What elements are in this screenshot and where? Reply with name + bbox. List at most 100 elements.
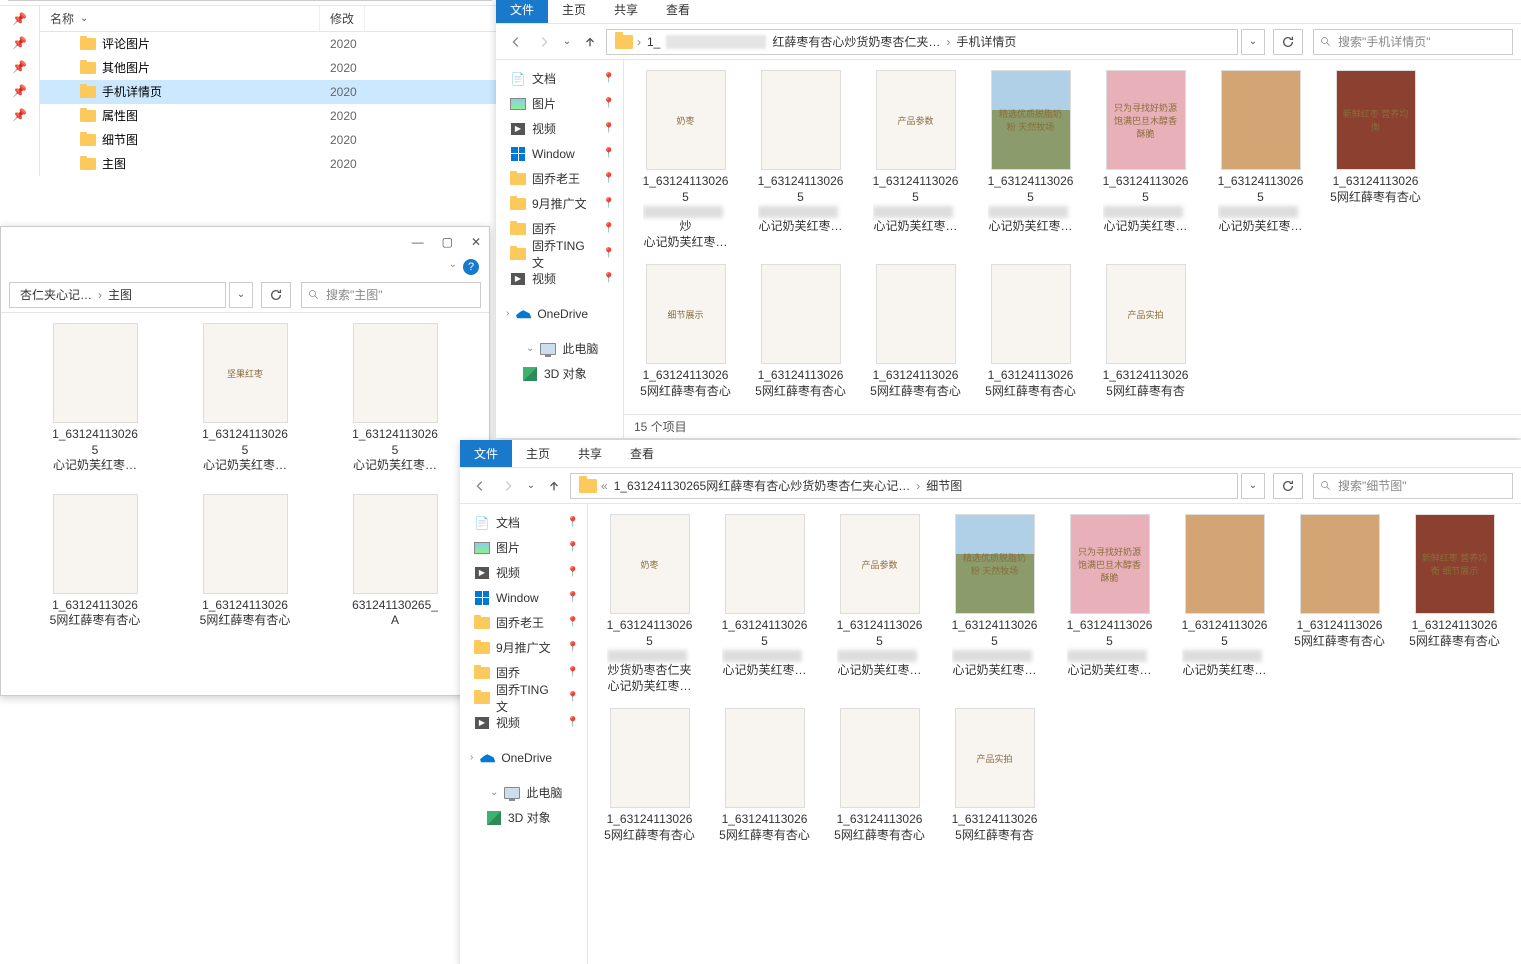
thumbnail-item[interactable]: 1_63124113026 5 心记奶芙红枣… (753, 70, 848, 250)
search-input[interactable]: 搜索"主图" (301, 282, 481, 308)
thumbnail-item[interactable]: 1_63124113026 5网红薛枣有杏心 (717, 708, 812, 843)
tab-view[interactable]: 查看 (616, 440, 668, 467)
nav-item[interactable]: 📄文档📍 (460, 510, 587, 535)
forward-button[interactable] (532, 30, 556, 54)
breadcrumb[interactable]: 浏览器下载› 电商图片› 2020 (8, 0, 492, 1)
thumbnail-item[interactable]: 精选优质脱脂奶粉 天然牧场 1_63124113026 5 心记奶芙红枣… (983, 70, 1078, 250)
history-dropdown[interactable]: ⌄ (524, 474, 538, 498)
nav-item[interactable]: 3D 对象 (496, 361, 623, 386)
folder-row[interactable]: 手机详情页2020 (40, 80, 500, 104)
tab-share[interactable]: 共享 (564, 440, 616, 467)
thumbnail-item[interactable]: 1_63124113026 5 心记奶芙红枣… (1177, 514, 1272, 694)
tab-share[interactable]: 共享 (600, 0, 652, 23)
thumbnail-item[interactable]: 1_63124113026 5网红薛枣有杏心 (185, 494, 305, 629)
thumbnail-item[interactable]: 1_63124113026 5网红薛枣有杏心 (1292, 514, 1387, 694)
thumbnail-item[interactable]: 1_63124113026 5网红薛枣有杏心 (602, 708, 697, 843)
refresh-button[interactable] (261, 282, 291, 308)
tab-file[interactable]: 文件 (460, 440, 512, 467)
nav-item[interactable]: 图片📍 (496, 91, 623, 116)
thumbnail-item[interactable]: 只为寻找好奶源 饱满巴旦木醇香酥脆 1_63124113026 5 心记奶芙红枣… (1098, 70, 1193, 250)
nav-item[interactable]: 图片📍 (460, 535, 587, 560)
thumbnail-item[interactable]: 产品参数 1_63124113026 5 心记奶芙红枣… (868, 70, 963, 250)
help-icon[interactable]: ? (463, 259, 479, 275)
tab-home[interactable]: 主页 (548, 0, 600, 23)
thumbnail-item[interactable]: 1_63124113026 5 心记奶芙红枣… (335, 323, 455, 474)
thumbnail-item[interactable]: 产品实拍 1_63124113026 5网红薛枣有杏 (1098, 264, 1193, 399)
nav-item[interactable]: ›OneDrive (460, 745, 587, 770)
nav-item[interactable]: 9月推广文📍 (496, 191, 623, 216)
folder-row[interactable]: 属性图2020 (40, 104, 500, 128)
up-button[interactable] (578, 30, 602, 54)
expand-icon[interactable]: › (502, 308, 509, 319)
search-input[interactable]: 搜索"手机详情页" (1313, 29, 1513, 55)
thumbnail-item[interactable]: 1_63124113026 5网红薛枣有杏心 (983, 264, 1078, 399)
thumbnail-item[interactable]: 细节展示 1_63124113026 5网红薛枣有杏心 (638, 264, 733, 399)
thumbnail-item[interactable]: 1_63124113026 5网红薛枣有杏心 (868, 264, 963, 399)
back-button[interactable] (468, 474, 492, 498)
thumbnail-item[interactable]: 631241130265_ A (335, 494, 455, 629)
nav-item[interactable]: Window📍 (460, 585, 587, 610)
search-input[interactable]: 搜索"细节图" (1313, 473, 1513, 499)
column-modified[interactable]: 修改 (320, 6, 365, 31)
breadcrumb-seg[interactable]: 杏仁夹心记… (14, 286, 98, 303)
breadcrumb-dropdown[interactable]: ⌄ (1241, 473, 1265, 499)
folder-row[interactable]: 细节图2020 (40, 128, 500, 152)
breadcrumb[interactable]: 杏仁夹心记…› 主图 (9, 282, 226, 308)
tab-file[interactable]: 文件 (496, 0, 548, 23)
expand-icon[interactable]: › (466, 752, 473, 763)
folder-row[interactable]: 评论图片2020 (40, 32, 500, 56)
close-icon[interactable]: ✕ (471, 235, 481, 249)
breadcrumb-seg[interactable]: 手机详情页 (950, 33, 1022, 50)
thumbnail-item[interactable]: 1_63124113026 5网红薛枣有杏心 (753, 264, 848, 399)
nav-item[interactable]: 固乔TING文📍 (496, 241, 623, 266)
forward-button[interactable] (496, 474, 520, 498)
nav-item[interactable]: ⌄此电脑 (460, 780, 587, 805)
back-button[interactable] (504, 30, 528, 54)
refresh-button[interactable] (1273, 473, 1303, 499)
breadcrumb[interactable]: › 1_ 红薛枣有杏心炒货奶枣杏仁夹… › 手机详情页 (606, 29, 1238, 55)
breadcrumb-seg[interactable]: 1_631241130265网红薛枣有杏心炒货奶枣杏仁夹心记… (608, 477, 917, 494)
nav-item[interactable]: ▶视频📍 (460, 560, 587, 585)
folder-row[interactable]: 主图2020 (40, 152, 500, 176)
nav-item[interactable]: 📄文档📍 (496, 66, 623, 91)
breadcrumb-seg[interactable]: 细节图 (920, 477, 968, 494)
tab-view[interactable]: 查看 (652, 0, 704, 23)
thumbnail-item[interactable]: 产品参数 1_63124113026 5 心记奶芙红枣… (832, 514, 927, 694)
breadcrumb-seg[interactable]: 1_ (641, 35, 666, 49)
nav-item[interactable]: ▶视频📍 (496, 116, 623, 141)
nav-item[interactable]: 3D 对象 (460, 805, 587, 830)
thumbnail-item[interactable]: 1_63124113026 5网红薛枣有杏心 (35, 494, 155, 629)
thumbnail-item[interactable]: 只为寻找好奶源 饱满巴旦木醇香酥脆 1_63124113026 5 心记奶芙红枣… (1062, 514, 1157, 694)
tab-home[interactable]: 主页 (512, 440, 564, 467)
thumbnail-item[interactable]: 坚果红枣 1_63124113026 5 心记奶芙红枣… (185, 323, 305, 474)
thumbnail-item[interactable]: 奶枣 1_63124113026 5 炒货奶枣杏仁夹 心记奶芙红枣… (602, 514, 697, 694)
column-name[interactable]: 名称⌄ (40, 6, 320, 31)
breadcrumb-dropdown[interactable]: ⌄ (1241, 29, 1265, 55)
nav-item[interactable]: 固乔老王📍 (496, 166, 623, 191)
nav-item[interactable]: 固乔老王📍 (460, 610, 587, 635)
history-dropdown[interactable]: ⌄ (560, 30, 574, 54)
nav-item[interactable]: ⌄此电脑 (496, 336, 623, 361)
nav-item[interactable]: 固乔TING文📍 (460, 685, 587, 710)
thumbnail-item[interactable]: 1_63124113026 5网红薛枣有杏心 (832, 708, 927, 843)
nav-item[interactable]: ›OneDrive (496, 301, 623, 326)
thumbnail-item[interactable]: 1_63124113026 5 心记奶芙红枣… (717, 514, 812, 694)
up-button[interactable] (542, 474, 566, 498)
expand-icon[interactable]: ⌄ (522, 343, 534, 354)
thumbnail-item[interactable]: 奶枣 1_63124113026 5 炒 心记奶芙红枣… (638, 70, 733, 250)
refresh-button[interactable] (1273, 29, 1303, 55)
thumbnail-item[interactable]: 新鲜红枣 营养均衡 细节展示 1_63124113026 5网红薛枣有杏心 (1407, 514, 1502, 694)
thumbnail-item[interactable]: 1_63124113026 5 心记奶芙红枣… (35, 323, 155, 474)
chevron-down-icon[interactable]: ⌄ (445, 259, 457, 275)
minimize-icon[interactable]: — (412, 235, 424, 249)
nav-item[interactable]: Window📍 (496, 141, 623, 166)
thumbnail-item[interactable]: 新鲜红枣 营养均衡 1_63124113026 5网红薛枣有杏心 (1328, 70, 1423, 250)
thumbnail-item[interactable]: 产品实拍 1_63124113026 5网红薛枣有杏 (947, 708, 1042, 843)
breadcrumb-seg[interactable]: 主图 (102, 286, 138, 303)
maximize-icon[interactable]: ▢ (442, 235, 453, 249)
nav-item[interactable]: 9月推广文📍 (460, 635, 587, 660)
expand-icon[interactable]: ⌄ (486, 787, 498, 798)
breadcrumb-dropdown[interactable]: ⌄ (229, 282, 253, 308)
breadcrumb-seg[interactable]: 红薛枣有杏心炒货奶枣杏仁夹… (766, 33, 946, 50)
folder-row[interactable]: 其他图片2020 (40, 56, 500, 80)
